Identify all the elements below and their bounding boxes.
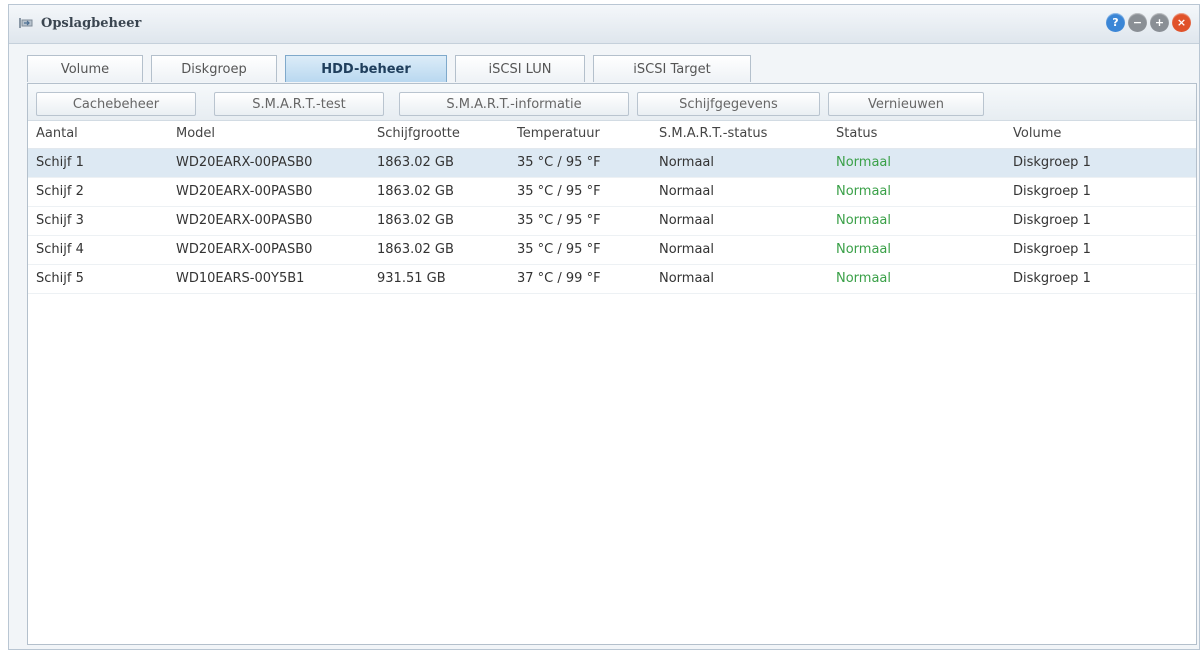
minimize-button[interactable]: − bbox=[1128, 13, 1147, 32]
col-volume-cell: Diskgroep 1 bbox=[1013, 184, 1091, 199]
col-count-cell: Schijf 2 bbox=[36, 184, 84, 199]
col-volume-cell: Diskgroep 1 bbox=[1013, 242, 1091, 257]
col-count-cell: Schijf 3 bbox=[36, 213, 84, 228]
col-status-cell: Normaal bbox=[836, 213, 892, 228]
col-temperature-cell: 35 °C / 95 °F bbox=[517, 213, 601, 228]
col-model-header[interactable]: Model bbox=[176, 120, 215, 148]
col-smart-status-header[interactable]: S.M.A.R.T.-status bbox=[659, 120, 767, 148]
col-smart-status-cell: Normaal bbox=[659, 271, 715, 286]
col-smart-status-cell: Normaal bbox=[659, 184, 715, 199]
tab-bar: Volume Diskgroep HDD-beheer iSCSI LUN iSCSI … bbox=[27, 55, 751, 83]
col-volume-cell: Diskgroep 1 bbox=[1013, 155, 1091, 170]
tab-diskgroep[interactable]: Diskgroep bbox=[151, 55, 277, 82]
col-temperature-cell: 35 °C / 95 °F bbox=[517, 184, 601, 199]
storage-icon bbox=[19, 18, 33, 28]
col-size-header[interactable]: Schijfgrootte bbox=[377, 120, 460, 148]
col-count-cell: Schijf 4 bbox=[36, 242, 84, 257]
maximize-button[interactable]: + bbox=[1150, 13, 1169, 32]
disk-info-button[interactable]: Schijfgegevens bbox=[637, 92, 820, 116]
help-button[interactable]: ? bbox=[1106, 13, 1125, 32]
smart-test-button[interactable]: S.M.A.R.T.-test bbox=[214, 92, 384, 116]
disk-table: Aantal Model Schijfgrootte Temperatuur S.M.A… bbox=[28, 120, 1196, 294]
col-status-cell: Normaal bbox=[836, 271, 892, 286]
col-count-cell: Schijf 1 bbox=[36, 155, 84, 170]
maximize-icon: + bbox=[1154, 16, 1165, 29]
col-volume-cell: Diskgroep 1 bbox=[1013, 213, 1091, 228]
table-row[interactable]: Schijf 5 WD10EARS-00Y5B1 931.51 GB 37 °C / … bbox=[28, 265, 1196, 294]
cache-management-button[interactable]: Cachebeheer bbox=[36, 92, 196, 116]
col-size-cell: 1863.02 GB bbox=[377, 213, 454, 228]
col-temperature-cell: 35 °C / 95 °F bbox=[517, 155, 601, 170]
storage-manager-window: Opslagbeheer ? − + × Volume Diskgroep HDD-beh… bbox=[8, 4, 1200, 650]
tab-iscsi-target[interactable]: iSCSI Target bbox=[593, 55, 751, 82]
col-count-header[interactable]: Aantal bbox=[36, 120, 78, 148]
col-volume-cell: Diskgroep 1 bbox=[1013, 271, 1091, 286]
window-controls: ? − + × bbox=[1106, 13, 1191, 32]
col-model-cell: WD20EARX-00PASB0 bbox=[176, 155, 313, 170]
col-volume-header[interactable]: Volume bbox=[1013, 120, 1061, 148]
col-model-cell: WD20EARX-00PASB0 bbox=[176, 242, 313, 257]
help-icon: ? bbox=[1112, 16, 1119, 29]
close-icon: × bbox=[1176, 16, 1187, 29]
col-status-cell: Normaal bbox=[836, 184, 892, 199]
table-row[interactable]: Schijf 2 WD20EARX-00PASB0 1863.02 GB 35 °C … bbox=[28, 178, 1196, 207]
col-size-cell: 1863.02 GB bbox=[377, 155, 454, 170]
col-size-cell: 1863.02 GB bbox=[377, 242, 454, 257]
smart-info-button[interactable]: S.M.A.R.T.-informatie bbox=[399, 92, 629, 116]
col-model-cell: WD20EARX-00PASB0 bbox=[176, 213, 313, 228]
table-row[interactable]: Schijf 3 WD20EARX-00PASB0 1863.02 GB 35 °C … bbox=[28, 207, 1196, 236]
tab-hdd-beheer[interactable]: HDD-beheer bbox=[285, 55, 447, 82]
table-header: Aantal Model Schijfgrootte Temperatuur S.M.A… bbox=[28, 120, 1196, 149]
tab-volume[interactable]: Volume bbox=[27, 55, 143, 82]
table-row[interactable]: Schijf 1 WD20EARX-00PASB0 1863.02 GB 35 °C … bbox=[28, 149, 1196, 178]
minimize-icon: − bbox=[1132, 16, 1143, 29]
col-size-cell: 1863.02 GB bbox=[377, 184, 454, 199]
col-temperature-cell: 37 °C / 99 °F bbox=[517, 271, 601, 286]
close-button[interactable]: × bbox=[1172, 13, 1191, 32]
title-bar[interactable]: Opslagbeheer ? − + × bbox=[9, 5, 1199, 44]
col-temperature-cell: 35 °C / 95 °F bbox=[517, 242, 601, 257]
col-smart-status-cell: Normaal bbox=[659, 242, 715, 257]
table-body: Schijf 1 WD20EARX-00PASB0 1863.02 GB 35 °C … bbox=[28, 149, 1196, 294]
hdd-management-panel: Cachebeheer S.M.A.R.T.-test S.M.A.R.T.-i… bbox=[27, 83, 1197, 645]
col-status-cell: Normaal bbox=[836, 155, 892, 170]
col-model-cell: WD10EARS-00Y5B1 bbox=[176, 271, 305, 286]
col-status-header[interactable]: Status bbox=[836, 120, 877, 148]
tab-iscsi-lun[interactable]: iSCSI LUN bbox=[455, 55, 585, 82]
col-temperature-header[interactable]: Temperatuur bbox=[517, 120, 600, 148]
col-count-cell: Schijf 5 bbox=[36, 271, 84, 286]
toolbar: Cachebeheer S.M.A.R.T.-test S.M.A.R.T.-i… bbox=[28, 84, 1196, 121]
window-title: Opslagbeheer bbox=[41, 16, 142, 31]
col-size-cell: 931.51 GB bbox=[377, 271, 446, 286]
table-row[interactable]: Schijf 4 WD20EARX-00PASB0 1863.02 GB 35 °C … bbox=[28, 236, 1196, 265]
col-model-cell: WD20EARX-00PASB0 bbox=[176, 184, 313, 199]
col-status-cell: Normaal bbox=[836, 242, 892, 257]
col-smart-status-cell: Normaal bbox=[659, 213, 715, 228]
col-smart-status-cell: Normaal bbox=[659, 155, 715, 170]
refresh-button[interactable]: Vernieuwen bbox=[828, 92, 984, 116]
